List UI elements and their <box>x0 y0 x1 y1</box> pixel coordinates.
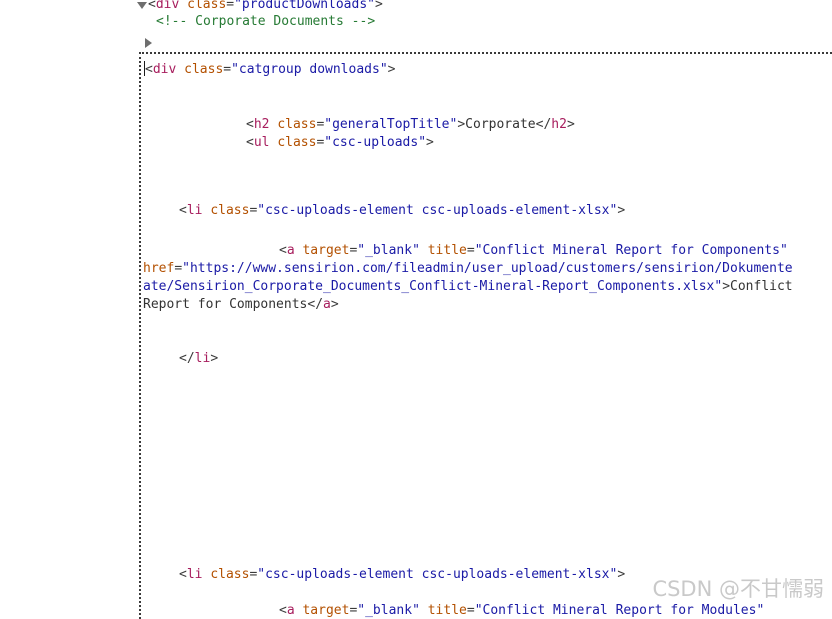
token: > <box>387 62 396 77</box>
token: < <box>246 135 254 150</box>
token: "Conflict Mineral Report for Modules" <box>474 603 765 618</box>
line-anchor-open-modules[interactable]: <a target="_blank" title="Conflict Miner… <box>279 602 764 619</box>
token: > <box>617 567 626 582</box>
token: div <box>155 0 180 12</box>
token: < <box>246 117 254 132</box>
token: class <box>210 567 250 582</box>
token: href <box>143 261 175 276</box>
token: Report for Components <box>143 297 308 312</box>
token: "csc-uploads-element csc-uploads-element… <box>257 567 618 582</box>
token: = <box>226 0 235 12</box>
token: <!-- Corporate Documents --> <box>156 14 376 29</box>
token: class <box>277 117 317 132</box>
token: a <box>286 243 295 258</box>
text-edit-caret <box>144 61 145 76</box>
token: class <box>187 0 227 12</box>
token: > <box>722 279 731 294</box>
token: class <box>210 203 250 218</box>
token: "csc-uploads-element csc-uploads-element… <box>257 203 618 218</box>
token: </ <box>307 297 324 312</box>
line-comment-corporate-documents[interactable]: <!-- Corporate Documents --> <box>156 13 375 30</box>
token: "https://www.sensirion.com/fileadmin/use… <box>182 261 793 276</box>
token: = <box>223 62 232 77</box>
token: target <box>302 243 350 258</box>
token: "_blank" <box>357 243 420 258</box>
token: li <box>194 351 211 366</box>
token: < <box>148 0 156 12</box>
token: > <box>617 203 626 218</box>
line-ul-csc-uploads[interactable]: <ul class="csc-uploads"> <box>246 134 434 151</box>
token: a <box>286 603 295 618</box>
token: > <box>375 0 383 12</box>
token: = <box>174 261 183 276</box>
token: </ <box>535 117 552 132</box>
token: </ <box>179 351 195 366</box>
selected-node-outline <box>139 52 832 619</box>
token: > <box>426 135 434 150</box>
line-anchor-close-components[interactable]: Report for Components</a> <box>143 296 339 313</box>
token: "_blank" <box>357 603 420 618</box>
token: < <box>279 603 287 618</box>
token: a <box>323 297 331 312</box>
token: class <box>277 135 317 150</box>
line-href-components-part2[interactable]: ate/Sensirion_Corporate_Documents_Confli… <box>143 278 793 295</box>
token: Corporate <box>465 117 536 132</box>
line-li-element-xlsx-1[interactable]: <li class="csc-uploads-element csc-uploa… <box>179 202 625 219</box>
token: div <box>152 62 177 77</box>
token: > <box>330 297 339 312</box>
token: h2 <box>253 117 270 132</box>
token: > <box>566 117 575 132</box>
token: class <box>184 62 224 77</box>
expander-collapsed-node-chevron-right-icon[interactable] <box>145 38 152 48</box>
token: = <box>466 243 475 258</box>
token: = <box>466 603 475 618</box>
line-div-catgroup-downloads[interactable]: <div class="catgroup downloads"> <box>145 61 395 78</box>
token: > <box>210 351 219 366</box>
line-anchor-open-components[interactable]: <a target="_blank" title="Conflict Miner… <box>279 242 788 259</box>
token: ate/Sensirion_Corporate_Documents_Confli… <box>143 279 723 294</box>
token: ul <box>253 135 270 150</box>
token: title <box>427 243 467 258</box>
token: < <box>145 62 153 77</box>
token: < <box>279 243 287 258</box>
token: title <box>427 603 467 618</box>
token: > <box>457 117 466 132</box>
line-href-components-part1[interactable]: href="https://www.sensirion.com/fileadmi… <box>143 260 793 277</box>
token: "generalTopTitle" <box>324 117 458 132</box>
token: < <box>179 203 187 218</box>
token: < <box>179 567 187 582</box>
token: Conflict <box>730 279 793 294</box>
token: target <box>302 603 350 618</box>
csdn-watermark: CSDN @不甘懦弱 <box>652 577 824 601</box>
token: li <box>186 203 203 218</box>
line-h2-general-top-title[interactable]: <h2 class="generalTopTitle">Corporate</h… <box>246 116 575 133</box>
line-li-element-xlsx-2[interactable]: <li class="csc-uploads-element csc-uploa… <box>179 566 625 583</box>
line-li-close-1[interactable]: </li> <box>179 350 218 367</box>
token: li <box>186 567 203 582</box>
token: "catgroup downloads" <box>231 62 388 77</box>
token: "productDownloads" <box>234 0 375 12</box>
token: "csc-uploads" <box>324 135 427 150</box>
token: "Conflict Mineral Report for Components" <box>474 243 788 258</box>
line-product-downloads[interactable]: <div class="productDownloads"> <box>148 0 383 13</box>
expander-product-downloads-chevron-down-icon[interactable] <box>137 2 147 9</box>
devtools-dom-tree-pane[interactable]: <div class="productDownloads"> <!-- Corpo… <box>0 0 832 619</box>
token: h2 <box>551 117 567 132</box>
